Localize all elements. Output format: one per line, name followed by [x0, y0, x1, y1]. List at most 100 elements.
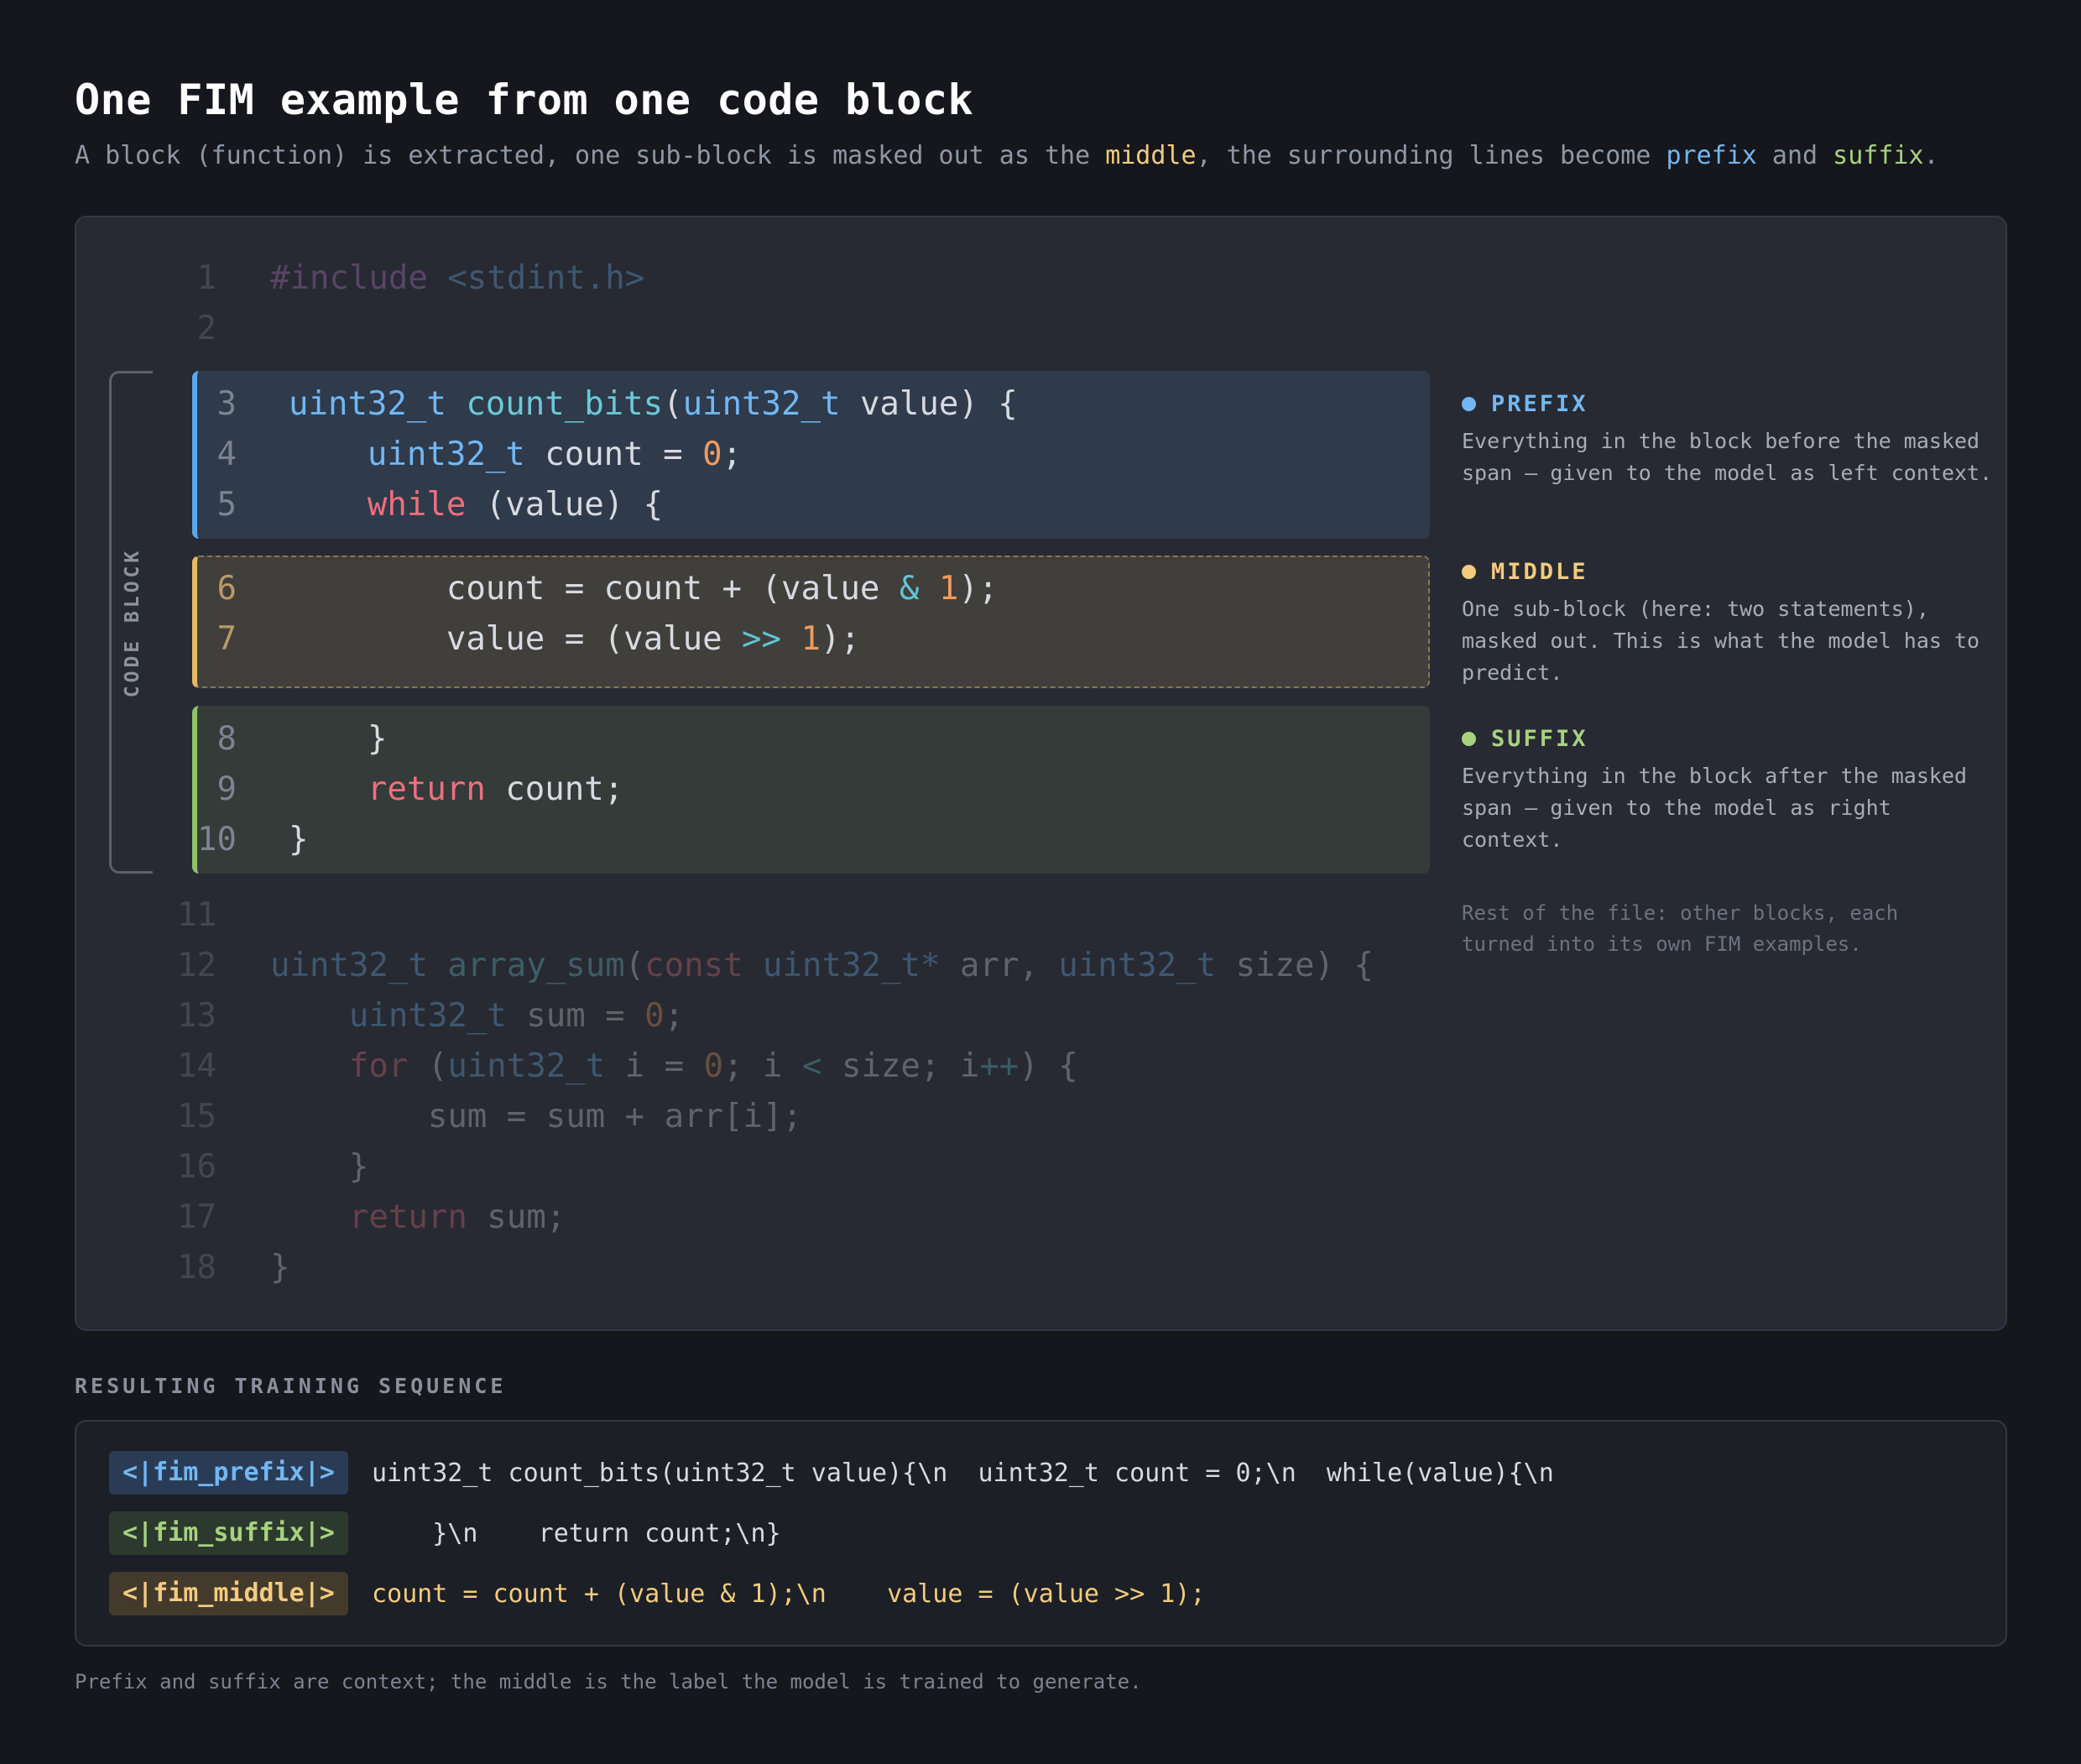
legend-rest-note: Rest of the file: other blocks, each tur…	[1462, 901, 1899, 956]
code-source: #include <stdint.h>	[270, 253, 644, 304]
line-number: 15	[177, 1098, 216, 1135]
page-subtitle: A block (function) is extracted, one sub…	[75, 141, 1939, 170]
line-number: 12	[177, 947, 216, 984]
code-token: ; i	[723, 1047, 802, 1085]
sequence-section-label: RESULTING TRAINING SEQUENCE	[75, 1374, 507, 1398]
code-token: (value) {	[466, 486, 664, 524]
code-token: sum = sum + arr[i];	[270, 1098, 802, 1135]
legend-prefix-label: PREFIX	[1491, 391, 1588, 417]
code-token: i =	[605, 1047, 704, 1085]
code-token: sum;	[467, 1198, 566, 1236]
code-token: uint32_t	[270, 947, 428, 984]
line-number: 10	[197, 821, 237, 859]
line-number: 8	[216, 720, 237, 758]
code-source: value = (value >> 1);	[289, 614, 860, 665]
code-token: count = count + (value	[289, 570, 900, 608]
code-token: for	[348, 1047, 409, 1085]
code-token: uint32_t	[447, 1047, 606, 1085]
line-number: 7	[216, 620, 237, 658]
line-number: 3	[216, 385, 237, 423]
code-token: >>	[742, 620, 782, 658]
code-token: sum =	[506, 997, 645, 1035]
code-token: value) {	[840, 385, 1018, 423]
code-token: #include	[270, 259, 448, 297]
code-token: return	[348, 1198, 467, 1236]
code-token: array_sum	[447, 947, 625, 984]
code-token: ) {	[1019, 1047, 1078, 1085]
page-title: One FIM example from one code block	[75, 76, 974, 124]
subtitle-suffix: suffix	[1833, 141, 1924, 170]
code-token: value = (value	[289, 620, 743, 658]
prefix-sequence-text: uint32_t count_bits(uint32_t value){\n u…	[372, 1458, 1554, 1488]
fim-middle-token: <|fim_middle|>	[109, 1572, 348, 1615]
code-token: (	[624, 947, 645, 984]
code-token: uint32_t	[289, 385, 446, 423]
code-token: count =	[524, 436, 703, 473]
middle-sequence-text: count = count + (value & 1);\n value = (…	[372, 1579, 1206, 1609]
code-token: uint32_t	[367, 436, 525, 473]
code-token: ;	[664, 997, 685, 1035]
code-block-label: CODE BLOCK	[122, 547, 143, 698]
code-token: uint32_t*	[763, 947, 941, 984]
line-number: 17	[177, 1198, 216, 1236]
code-source: while (value) {	[289, 480, 663, 530]
legend-suffix-desc: Everything in the block after the masked…	[1462, 764, 1968, 852]
line-number: 1	[196, 259, 216, 297]
line-number: 9	[216, 770, 237, 808]
code-token: count;	[485, 770, 624, 808]
line-number: 5	[216, 486, 237, 524]
code-token: (	[408, 1047, 448, 1085]
legend-prefix-desc: Everything in the block before the maske…	[1462, 429, 1993, 485]
code-token: <	[802, 1047, 822, 1085]
code-token: );	[958, 570, 999, 608]
line-number: 14	[177, 1047, 216, 1085]
code-source: uint32_t count_bits(uint32_t value) {	[289, 379, 1018, 430]
subtitle-prefix: prefix	[1666, 141, 1757, 170]
legend-middle-desc: One sub-block (here: two statements), ma…	[1462, 597, 1980, 685]
code-token: uint32_t	[348, 997, 507, 1035]
code-token: }	[270, 1148, 369, 1186]
subtitle-text: , the surrounding lines become	[1196, 141, 1666, 170]
footnote: Prefix and suffix are context; the middl…	[75, 1670, 1142, 1694]
code-token: arr,	[940, 947, 1059, 984]
code-token: count_bits	[466, 385, 664, 423]
fim-prefix-token: <|fim_prefix|>	[109, 1451, 348, 1495]
code-token: 0	[644, 997, 665, 1035]
line-number: 13	[177, 997, 216, 1035]
code-source: }	[289, 815, 308, 865]
code-source: for (uint32_t i = 0; i < size; i++) {	[270, 1041, 1078, 1092]
subtitle-text: and	[1756, 141, 1833, 170]
code-source: sum = sum + arr[i];	[270, 1092, 802, 1142]
code-token: }	[289, 720, 388, 758]
line-number: 6	[216, 570, 237, 608]
code-token: }	[289, 821, 309, 859]
code-token: 0	[702, 436, 722, 473]
legend-middle-label: MIDDLE	[1491, 559, 1588, 585]
subtitle-text: .	[1923, 141, 1939, 170]
subtitle-text: A block (function) is extracted, one sub…	[75, 141, 1106, 170]
suffix-dot-icon	[1462, 732, 1476, 746]
code-source: uint32_t array_sum(const uint32_t* arr, …	[270, 941, 1374, 991]
legend-suffix-label: SUFFIX	[1491, 726, 1588, 752]
line-number: 4	[216, 436, 237, 473]
legend-prefix: PREFIX Everything in the block before th…	[1462, 391, 1999, 489]
code-token: size; i	[821, 1047, 980, 1085]
code-token: const	[644, 947, 743, 984]
code-source: return sum;	[270, 1193, 566, 1243]
legend-suffix: SUFFIX Everything in the block after the…	[1462, 726, 1999, 856]
code-token: &	[899, 570, 920, 608]
line-number: 16	[177, 1148, 216, 1186]
code-source: }	[289, 714, 388, 765]
subtitle-middle: middle	[1105, 141, 1197, 170]
code-token: uint32_t	[682, 385, 841, 423]
sequence-row-suffix: <|fim_suffix|> }\n return count;\n}	[109, 1511, 781, 1555]
sequence-row-prefix: <|fim_prefix|> uint32_t count_bits(uint3…	[109, 1451, 1554, 1495]
